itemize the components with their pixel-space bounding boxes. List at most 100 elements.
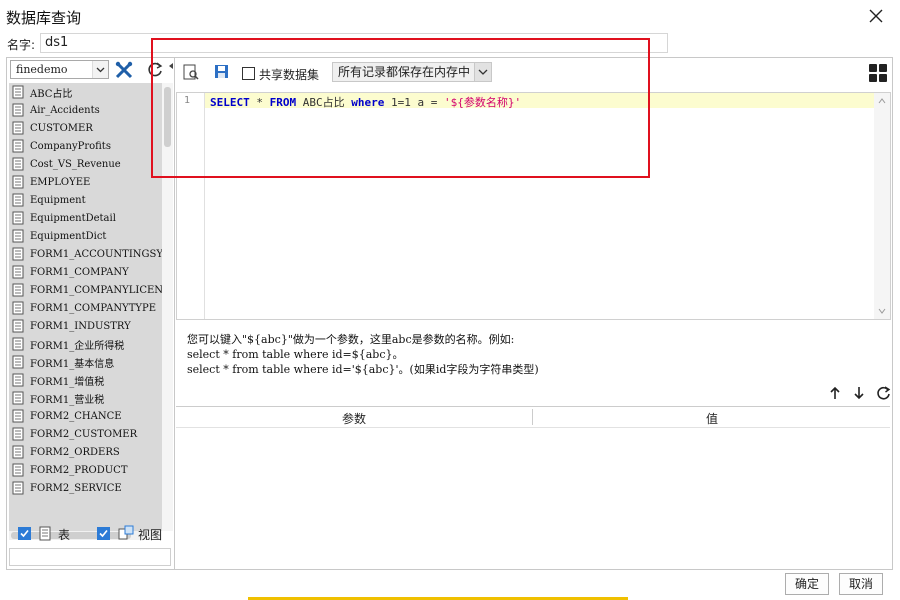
ok-button[interactable]: 确定 (785, 573, 829, 595)
table-list-item[interactable]: FORM1_营业税 (9, 389, 162, 407)
refresh-icon[interactable] (145, 60, 165, 80)
table-icon (12, 301, 25, 315)
table-icon (12, 121, 25, 135)
table-list-item-label: CompanyProfits (30, 140, 111, 152)
table-list-item-label: Cost_VS_Revenue (30, 158, 121, 170)
sql-text[interactable]: SELECT * FROM ABC占比 where 1=1 a = '${参数名… (210, 94, 521, 110)
sql-keyword-where: where (351, 96, 385, 109)
datasource-value: finedemo (16, 63, 68, 76)
table-list-item[interactable]: FORM1_INDUSTRY (9, 317, 162, 335)
hint-line-2: select * from table where id=${abc}。 (187, 348, 404, 361)
table-list-item[interactable]: FORM2_ORDERS (9, 443, 162, 461)
table-list-item[interactable]: Air_Accidents (9, 101, 162, 119)
table-list-item[interactable]: CompanyProfits (9, 137, 162, 155)
table-list-item-label: CUSTOMER (30, 122, 93, 134)
table-icon (12, 463, 25, 477)
table-icon (12, 265, 25, 279)
table-list-item[interactable]: FORM2_SERVICE (9, 479, 162, 497)
connection-settings-icon[interactable] (114, 60, 134, 80)
view-filter-label: 视图 (138, 528, 163, 542)
main-frame: finedemo ABC占比 Air_Accidents CUSTOMER Compa… (6, 57, 893, 570)
table-list-item[interactable]: FORM1_增值税 (9, 371, 162, 389)
layout-grid-icon[interactable] (868, 63, 888, 83)
table-list-item[interactable]: EquipmentDict (9, 227, 162, 245)
table-list-item[interactable]: FORM2_CHANCE (9, 407, 162, 425)
share-dataset-checkbox[interactable] (242, 67, 255, 80)
table-filter-checkbox[interactable] (18, 527, 31, 540)
table-list-item[interactable]: FORM1_COMPANY (9, 263, 162, 281)
chevron-down-icon[interactable] (92, 61, 108, 78)
table-icon (12, 427, 25, 441)
query-toolbar: 共享数据集 所有记录都保存在内存中 (176, 58, 892, 86)
arrow-down-icon[interactable] (850, 384, 868, 402)
table-list-item-label: ABC占比 (30, 88, 73, 100)
table-list-item-label: FORM2_PRODUCT (30, 464, 128, 476)
table-list-item[interactable]: Cost_VS_Revenue (9, 155, 162, 173)
table-browser-panel: finedemo ABC占比 Air_Accidents CUSTOMER Compa… (7, 58, 175, 569)
table-list-item-label: FORM2_CHANCE (30, 410, 122, 422)
save-icon[interactable] (213, 63, 233, 83)
column-header-parameter[interactable]: 参数 (342, 410, 366, 427)
table-list-item[interactable]: FORM2_PRODUCT (9, 461, 162, 479)
sql-star: * (249, 96, 270, 109)
table-list-item[interactable]: FORM1_COMPANYTYPE (9, 299, 162, 317)
table-list-item-label: FORM2_ORDERS (30, 446, 120, 458)
table-filter-label: 表 (58, 528, 71, 542)
table-list-item[interactable]: EMPLOYEE (9, 173, 162, 191)
table-list-item[interactable]: FORM1_基本信息 (9, 353, 162, 371)
memory-mode-value: 所有记录都保存在内存中 (338, 65, 471, 79)
table-list-item[interactable]: FORM2_CUSTOMER (9, 425, 162, 443)
table-list-item-label: EquipmentDict (30, 230, 107, 242)
table-list-item-label: FORM2_SERVICE (30, 482, 122, 494)
sql-keyword-from: FROM (269, 96, 297, 109)
close-icon[interactable] (866, 6, 886, 26)
scroll-down-icon[interactable] (878, 307, 886, 315)
table-icon (12, 481, 25, 495)
table-list-item[interactable]: ABC占比 (9, 83, 162, 101)
name-label: 名字: (7, 38, 36, 52)
table-list-item-label: FORM1_增值税 (30, 376, 105, 388)
sql-parameter: '${参数名称}' (443, 96, 522, 109)
name-input[interactable]: ds1 (40, 33, 668, 53)
memory-mode-select[interactable]: 所有记录都保存在内存中 (332, 62, 492, 82)
table-list-item[interactable]: FORM1_企业所得税 (9, 335, 162, 353)
table-icon (12, 229, 25, 243)
table-search-input[interactable] (9, 548, 171, 566)
arrow-up-icon[interactable] (826, 384, 844, 402)
table-icon (39, 526, 52, 544)
scroll-up-icon[interactable] (878, 97, 886, 105)
refresh-parameters-icon[interactable] (874, 384, 892, 402)
cancel-button[interactable]: 取消 (839, 573, 883, 595)
table-list-item[interactable]: FORM1_COMPANYLICENSE (9, 281, 162, 299)
editor-scrollbar[interactable] (874, 93, 890, 319)
table-icon (12, 373, 25, 387)
table-icon (12, 85, 25, 99)
table-icon (12, 445, 25, 459)
parameter-table-header: 参数 值 (176, 406, 890, 428)
table-list-item[interactable]: FORM1_ACCOUNTINGSYST (9, 245, 162, 263)
table-icon (12, 175, 25, 189)
table-list-item[interactable]: Equipment (9, 191, 162, 209)
table-list-item-label: FORM1_COMPANYLICENSE (30, 284, 162, 296)
table-list-item-label: FORM1_营业税 (30, 394, 105, 406)
table-list: ABC占比 Air_Accidents CUSTOMER CompanyProfits… (9, 83, 162, 531)
table-list-item-label: EMPLOYEE (30, 176, 91, 188)
preview-icon[interactable] (182, 63, 202, 83)
chevron-down-icon[interactable] (474, 63, 491, 81)
vertical-scrollbar[interactable] (162, 83, 173, 531)
table-icon (12, 409, 25, 423)
table-list-item[interactable]: CUSTOMER (9, 119, 162, 137)
collapse-left-icon[interactable] (167, 60, 175, 76)
datasource-select[interactable]: finedemo (10, 60, 109, 79)
table-list-item-label: FORM1_企业所得税 (30, 340, 125, 352)
table-icon (12, 319, 25, 333)
view-filter-checkbox[interactable] (97, 527, 110, 540)
query-panel: 共享数据集 所有记录都保存在内存中 1 SELECT * FROM ABC占比 … (176, 58, 892, 569)
column-header-value[interactable]: 值 (706, 410, 718, 427)
sql-keyword-select: SELECT (210, 96, 250, 109)
table-list-item[interactable]: EquipmentDetail (9, 209, 162, 227)
table-icon (12, 193, 25, 207)
sql-editor[interactable]: 1 SELECT * FROM ABC占比 where 1=1 a = '${参… (176, 92, 891, 320)
table-icon (12, 391, 25, 405)
sql-table-name: ABC占比 (296, 96, 352, 109)
